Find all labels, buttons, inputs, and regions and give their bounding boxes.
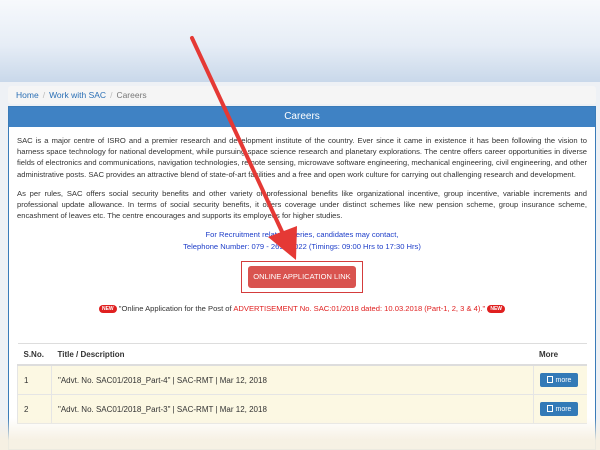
notice-advertisement-link[interactable]: ADVERTISEMENT No. SAC:01/2018 dated: 10.…: [233, 304, 485, 313]
breadcrumb-separator: /: [110, 90, 113, 100]
row-sno: 1: [17, 365, 52, 395]
table-header-row: S.No. Title / Description More: [17, 343, 587, 366]
telephone-line: Telephone Number: 079 - 2691 3022 (Timin…: [183, 242, 421, 252]
apply-highlight-box: ONLINE APPLICATION LINK: [241, 261, 363, 294]
row-sno: 2: [17, 394, 52, 424]
new-badge: NEW: [487, 305, 506, 314]
contact-line: For Recruitment related queries, candida…: [205, 230, 399, 240]
breadcrumb-separator: /: [42, 90, 46, 100]
row-more-cell: more: [532, 394, 587, 424]
table-row: 2 "Advt. No. SAC01/2018_Part-3" | SAC-RM…: [17, 394, 587, 424]
row-title: "Advt. No. SAC01/2018_Part-4" | SAC-RMT …: [51, 365, 533, 395]
advertisements-table: S.No. Title / Description More 1 "Advt. …: [17, 343, 587, 424]
column-header-title: Title / Description: [51, 343, 533, 366]
row-title: "Advt. No. SAC01/2018_Part-3" | SAC-RMT …: [51, 394, 533, 424]
careers-panel: Careers SAC is a major centre of ISRO an…: [8, 106, 596, 450]
breadcrumb-home[interactable]: Home: [16, 90, 39, 100]
table-row: 1 "Advt. No. SAC01/2018_Part-4" | SAC-RM…: [17, 365, 587, 395]
panel-title: Careers: [9, 107, 595, 127]
column-header-sno: S.No.: [17, 343, 52, 366]
more-button[interactable]: more: [539, 402, 579, 416]
breadcrumb: Home / Work with SAC / Careers: [8, 86, 596, 104]
application-notice: NEW "Online Application for the Post of …: [17, 303, 587, 315]
breadcrumb-current: Careers: [116, 90, 147, 100]
intro-paragraph: SAC is a major centre of ISRO and a prem…: [17, 136, 587, 179]
benefits-paragraph: As per rules, SAC offers social security…: [17, 188, 587, 221]
panel-body: SAC is a major centre of ISRO and a prem…: [9, 127, 595, 315]
notice-prefix: "Online Application for the Post of: [118, 304, 232, 314]
new-badge: NEW: [98, 305, 117, 314]
more-button-label: more: [555, 406, 572, 413]
breadcrumb-work-with-sac[interactable]: Work with SAC: [49, 90, 106, 100]
site-header-banner: [0, 0, 600, 82]
contact-info: For Recruitment related queries, candida…: [17, 229, 587, 253]
row-more-cell: more: [532, 365, 587, 395]
more-button[interactable]: more: [539, 373, 579, 387]
document-icon: [546, 376, 553, 383]
more-button-label: more: [555, 377, 572, 384]
column-header-more: More: [533, 343, 587, 366]
online-application-link-button[interactable]: ONLINE APPLICATION LINK: [248, 266, 356, 289]
document-icon: [546, 405, 553, 412]
